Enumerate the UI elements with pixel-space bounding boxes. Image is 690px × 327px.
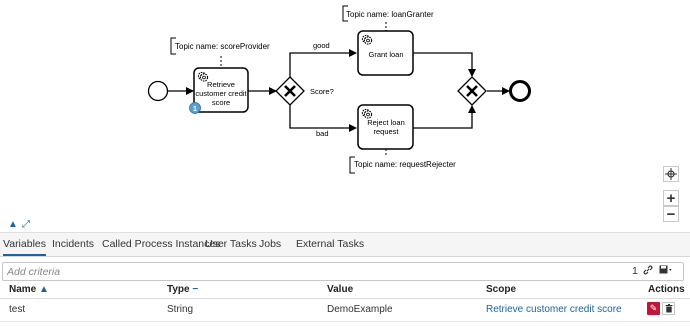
annotation-text: Topic name: requestRejecter	[354, 160, 456, 169]
task-grant-loan[interactable]: Grant loan	[357, 30, 414, 76]
gateway-score[interactable]	[275, 76, 305, 106]
plus-icon: +	[666, 190, 676, 207]
column-type-header[interactable]: Type −	[167, 284, 198, 295]
center-view-button[interactable]	[663, 166, 679, 182]
tab-bar: Variables Incidents Called Process Insta…	[0, 232, 690, 257]
task-label-line: request	[373, 127, 399, 136]
variable-scope-link[interactable]: Retrieve customer credit score	[486, 304, 622, 315]
variable-type: String	[167, 304, 194, 315]
start-event[interactable]	[147, 80, 169, 102]
crosshair-icon	[665, 168, 677, 180]
gateway-join[interactable]	[457, 76, 487, 106]
trash-icon	[665, 304, 672, 313]
minus-icon: −	[666, 206, 676, 223]
column-value-header: Value	[327, 284, 354, 295]
edit-variable-button[interactable]: ✎	[647, 302, 660, 315]
variable-value[interactable]: DemoExample	[327, 304, 393, 315]
annotation-text: Topic name: scoreProvider	[175, 42, 270, 51]
task-label-line: customer credit	[195, 89, 247, 98]
pencil-icon: ✎	[649, 303, 658, 313]
gateway-label: Score?	[310, 87, 334, 96]
sort-none-icon[interactable]: −	[192, 284, 198, 295]
column-name-header[interactable]: Name ▲	[9, 284, 49, 295]
annotation-loan-granter: Topic name: loanGranter	[342, 5, 434, 31]
flow-label-good: good	[313, 41, 330, 50]
task-retrieve-customer-credit-score[interactable]: Retrieve customer credit score	[193, 67, 249, 113]
tab-external-tasks[interactable]: External Tasks	[296, 233, 364, 256]
annotation-score-provider: Topic name: scoreProvider	[170, 37, 270, 68]
zoom-out-button[interactable]: −	[663, 206, 679, 223]
instance-count-badge[interactable]: 1	[189, 102, 201, 114]
sort-asc-icon[interactable]: ▲	[39, 284, 49, 295]
svg-text:1: 1	[193, 106, 197, 113]
column-actions-header: Actions	[648, 284, 685, 295]
tab-jobs[interactable]: Jobs	[259, 233, 281, 256]
task-label-line: Reject loan	[367, 118, 405, 127]
annotation-text: Topic name: loanGranter	[346, 10, 434, 19]
variable-name: test	[9, 304, 26, 315]
task-reject-loan-request[interactable]: Reject loan request	[357, 104, 414, 150]
column-scope-header: Scope	[486, 284, 517, 295]
link-icon[interactable]	[643, 265, 653, 278]
end-event[interactable]	[509, 80, 531, 102]
task-label-line: Grant loan	[368, 50, 403, 59]
annotation-request-rejecter: Topic name: requestRejecter	[349, 149, 456, 174]
save-criteria-icon[interactable]	[659, 265, 672, 278]
tab-user-tasks[interactable]: User Tasks	[205, 233, 257, 256]
flow-label-bad: bad	[316, 129, 329, 138]
result-count: 1	[632, 265, 638, 277]
variables-table-header: Name ▲ Type − Value Scope Actions	[0, 283, 690, 299]
table-row: test String DemoExample Retrieve custome…	[0, 299, 690, 322]
tab-incidents[interactable]: Incidents	[52, 233, 94, 256]
expand-diagonal-icon[interactable]: ⤢	[22, 219, 30, 230]
tab-called-process-instances[interactable]: Called Process Instances	[102, 233, 220, 256]
add-criteria-input[interactable]	[7, 264, 567, 279]
task-label-line: Retrieve	[207, 80, 235, 89]
collapse-up-icon[interactable]: ▲	[8, 219, 18, 230]
criteria-search-bar: 1	[2, 262, 684, 281]
bpmn-diagram: Topic name: scoreProvider Topic name: lo…	[147, 5, 531, 174]
task-label-line: score	[212, 98, 230, 107]
tab-variables[interactable]: Variables	[3, 233, 46, 256]
zoom-in-button[interactable]: +	[663, 190, 679, 207]
delete-variable-button[interactable]	[662, 302, 675, 315]
